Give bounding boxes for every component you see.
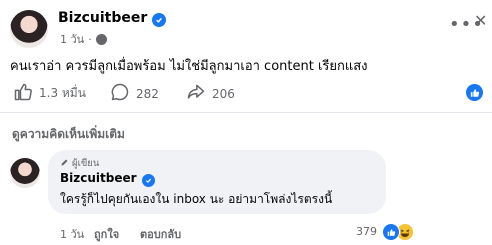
like-count: 1.3 หมื่น [39,86,86,100]
share-count: 206 [212,86,235,101]
divider [0,112,492,113]
view-more-comments-link[interactable]: ดูความคิดเห็นเพิ่มเติม [12,125,125,144]
author-badge-label: ผู้เขียน [72,158,100,169]
comment-text: ใครรู้ก็ไปคุยกันเองใน inbox นะ อย่ามาโพล… [60,192,333,206]
share-arrow-icon [186,82,206,105]
post-author-name[interactable]: Bizcuitbeer [58,10,147,26]
share-button[interactable]: 206 [186,82,235,105]
post-text: คนเราอ่า ควรมีลูกเมื่อพร้อม ไม่ใช่มีลูกม… [10,59,368,74]
comment-bubble-icon [110,82,130,105]
post-timestamp[interactable]: 1 วัน · [60,30,107,48]
comment-like-button[interactable]: ถูกใจ [94,225,119,243]
close-button[interactable]: ✕ [474,11,487,30]
like-reaction-icon[interactable] [466,84,483,101]
comment-timestamp[interactable]: 1 วัน [60,225,84,243]
commenter-name[interactable]: Bizcuitbeer [60,171,155,187]
author-avatar[interactable] [10,10,48,48]
comment-reaction-count[interactable]: 379 [356,225,377,238]
dot-separator: · [88,32,92,46]
like-button[interactable]: 1.3 หมื่น [13,82,86,105]
like-reaction-icon[interactable] [382,223,400,241]
post-author[interactable]: Bizcuitbeer [58,10,167,27]
thumbs-up-icon [13,82,33,105]
pen-icon [60,158,69,170]
globe-icon [95,33,107,45]
comment-reply-button[interactable]: ตอบกลับ [140,225,181,243]
author-badge: ผู้เขียน [60,156,99,171]
comment-count: 282 [136,86,159,101]
commenter-avatar[interactable] [10,158,40,188]
verified-badge-icon [141,174,155,187]
comment-button[interactable]: 282 [110,82,159,105]
commenter-name-text[interactable]: Bizcuitbeer [60,171,137,185]
verified-badge-icon [152,13,167,27]
post-time-text[interactable]: 1 วัน [60,30,84,48]
